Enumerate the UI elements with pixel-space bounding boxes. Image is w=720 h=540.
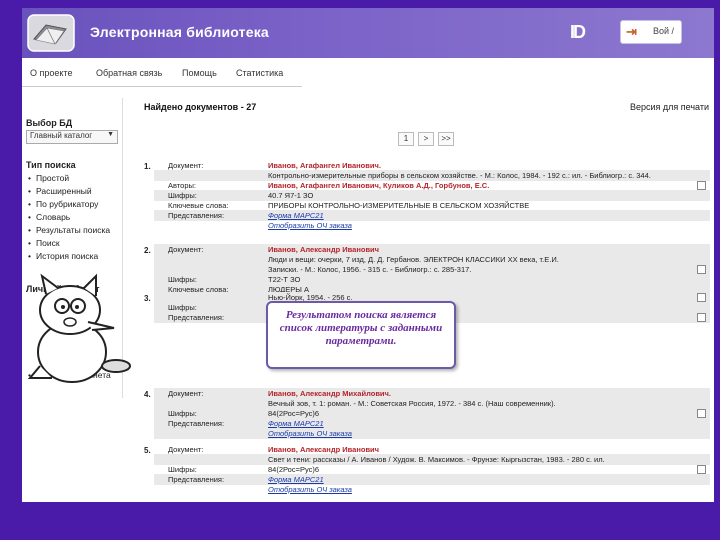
book-logo-icon bbox=[27, 14, 75, 52]
header-bar: Электронная библиотека ID ⇥ Вой / bbox=[22, 8, 714, 58]
sidebar-item-label: Расширенный bbox=[36, 186, 92, 196]
bullet-icon: • bbox=[28, 186, 31, 196]
result-field-row: Отобразить ОЧ заказа bbox=[154, 428, 710, 439]
result-link[interactable]: Отобразить ОЧ заказа bbox=[268, 429, 352, 438]
bullet-icon: • bbox=[28, 212, 31, 222]
field-label: Шифры: bbox=[168, 303, 197, 312]
login-button[interactable]: ⇥ Вой / bbox=[620, 20, 682, 44]
result-number: 3. bbox=[144, 294, 151, 303]
login-label: Вой / bbox=[653, 26, 675, 36]
select-checkbox[interactable] bbox=[697, 465, 706, 474]
brand-mark: ID bbox=[570, 22, 586, 42]
tab-statistics[interactable]: Статистика bbox=[236, 68, 283, 78]
sidebar-item-label: Результаты поиска bbox=[36, 225, 111, 235]
sidebar-item-label: История поиска bbox=[36, 251, 99, 261]
result-field-row: Отобразить ОЧ заказа bbox=[154, 484, 710, 495]
select-checkbox[interactable] bbox=[697, 293, 706, 302]
result-link[interactable]: Отобразить ОЧ заказа bbox=[268, 221, 352, 230]
field-value: Записки. - М.: Колос, 1956. - 315 с. - Б… bbox=[268, 265, 472, 274]
login-icon: ⇥ bbox=[626, 24, 637, 39]
field-label: Документ: bbox=[168, 161, 204, 170]
result-link[interactable]: Отобразить ОЧ заказа bbox=[268, 485, 352, 494]
field-label: Документ: bbox=[168, 245, 204, 254]
cartoon-cat-illustration bbox=[27, 273, 131, 383]
chevron-down-icon: ▼ bbox=[107, 131, 114, 138]
sidebar-item-extended[interactable]: • Расширенный bbox=[28, 186, 92, 196]
field-label: Документ: bbox=[168, 389, 204, 398]
sidebar-item-label: Простой bbox=[36, 173, 70, 183]
bullet-icon: • bbox=[28, 199, 31, 209]
sidebar-item-history[interactable]: • История поиска bbox=[28, 251, 98, 261]
bullet-icon: • bbox=[28, 238, 31, 248]
search-type-title: Тип поиска bbox=[26, 160, 76, 170]
field-value: Вечный зов, т. 1: роман. - М.: Советская… bbox=[268, 399, 556, 408]
result-field-row: Отобразить ОЧ заказа bbox=[154, 220, 710, 231]
callout-bubble: Результатом поиска является список литер… bbox=[266, 301, 456, 369]
field-value: Иванов, Александр Иванович bbox=[268, 245, 380, 254]
result-number: 4. bbox=[144, 390, 151, 399]
results-count: Найдено документов - 27 bbox=[144, 102, 257, 112]
top-nav: О проекте Обратная связь Помощь Статисти… bbox=[22, 64, 302, 87]
field-label: Представления: bbox=[168, 211, 225, 220]
callout-text: Результатом поиска является список литер… bbox=[279, 309, 443, 347]
field-label: Документ: bbox=[168, 445, 204, 454]
db-select[interactable]: Главный каталог ▼ bbox=[26, 130, 118, 144]
field-label: Шифры: bbox=[168, 275, 197, 284]
sidebar-item-rubricator[interactable]: • По рубрикатору bbox=[28, 199, 98, 209]
app-title: Электронная библиотека bbox=[90, 24, 269, 40]
sidebar-item-label: По рубрикатору bbox=[36, 199, 99, 209]
field-value: 84(2Рос=Рус)6 bbox=[268, 465, 320, 474]
field-label: Авторы: bbox=[168, 181, 196, 190]
sidebar-item-dictionary[interactable]: • Словарь bbox=[28, 212, 70, 222]
result-number: 1. bbox=[144, 162, 151, 171]
bullet-icon: • bbox=[28, 251, 31, 261]
select-checkbox[interactable] bbox=[697, 265, 706, 274]
field-label: Шифры: bbox=[168, 465, 197, 474]
field-label: Ключевые слова: bbox=[168, 201, 229, 210]
field-value: Иванов, Александр Иванович bbox=[268, 445, 380, 454]
next-page-button[interactable]: > bbox=[418, 132, 434, 146]
browser-page: Электронная библиотека ID ⇥ Вой / О прое… bbox=[22, 8, 714, 502]
field-value: Иванов, Агафангел Иванович. bbox=[268, 161, 381, 170]
field-label: Шифры: bbox=[168, 409, 197, 418]
field-label: Представления: bbox=[168, 313, 225, 322]
field-value: 40.7 Я7-1 ЗО bbox=[268, 191, 314, 200]
field-value: Иванов, Александр Михайлович. bbox=[268, 389, 391, 398]
tab-feedback[interactable]: Обратная связь bbox=[96, 68, 162, 78]
select-checkbox[interactable] bbox=[697, 409, 706, 418]
result-number: 2. bbox=[144, 246, 151, 255]
tab-help[interactable]: Помощь bbox=[182, 68, 217, 78]
field-label: Представления: bbox=[168, 475, 225, 484]
field-value: 84(2Рос=Рус)6 bbox=[268, 409, 320, 418]
bullet-icon: • bbox=[28, 173, 31, 183]
tab-about[interactable]: О проекте bbox=[30, 68, 72, 78]
field-value: ПРИБОРЫ КОНТРОЛЬНО-ИЗМЕРИТЕЛЬНЫЕ В СЕЛЬС… bbox=[268, 201, 530, 210]
bullet-icon: • bbox=[28, 225, 31, 235]
result-link[interactable]: Форма МАРС21 bbox=[268, 419, 324, 428]
field-label: Шифры: bbox=[168, 191, 197, 200]
sidebar-item-simple[interactable]: • Простой bbox=[28, 173, 69, 183]
field-value: Свет и тени: рассказы / А. Иванов / Худо… bbox=[268, 455, 605, 464]
field-value: Иванов, Агафангел Иванович, Куликов А.Д.… bbox=[268, 181, 490, 190]
result-link[interactable]: Форма МАРС21 bbox=[268, 475, 324, 484]
field-value: Люди и вещи: очерки, 7 изд, Д. Д. Гербан… bbox=[268, 255, 559, 264]
field-value: Контрольно-измерительные приборы в сельс… bbox=[268, 171, 651, 180]
field-label: Представления: bbox=[168, 419, 225, 428]
select-checkbox[interactable] bbox=[697, 181, 706, 190]
sidebar-item-label: Поиск bbox=[36, 238, 60, 248]
db-title: Выбор БД bbox=[26, 118, 73, 128]
result-number: 5. bbox=[144, 446, 151, 455]
sidebar-item-results[interactable]: • Результаты поиска bbox=[28, 225, 110, 235]
db-select-value: Главный каталог bbox=[30, 131, 93, 140]
last-page-button[interactable]: >> bbox=[438, 132, 454, 146]
field-value: Т22-Т ЗО bbox=[268, 275, 301, 284]
select-checkbox[interactable] bbox=[697, 313, 706, 322]
sidebar-item-label: Словарь bbox=[36, 212, 71, 222]
page-1-button[interactable]: 1 bbox=[398, 132, 414, 146]
print-version-link[interactable]: Версия для печати bbox=[630, 102, 709, 112]
result-link[interactable]: Форма МАРС21 bbox=[268, 211, 324, 220]
sidebar-item-search[interactable]: • Поиск bbox=[28, 238, 60, 248]
